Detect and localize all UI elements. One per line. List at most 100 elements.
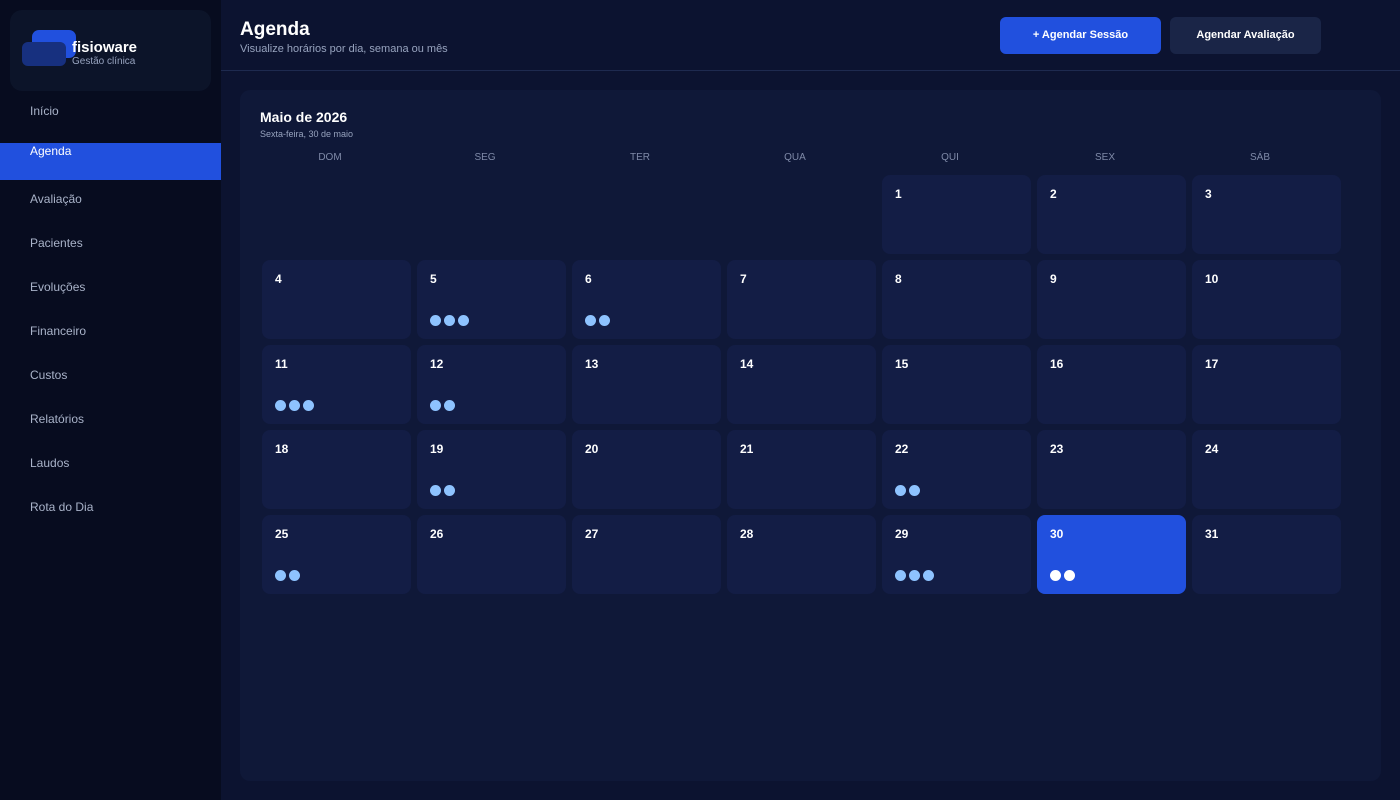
appointment-dot-icon xyxy=(430,400,441,411)
appointment-dot-icon xyxy=(444,400,455,411)
day-number: 17 xyxy=(1205,357,1219,371)
appointment-dot-icon xyxy=(289,400,300,411)
appointment-dot-icon xyxy=(430,315,441,326)
app: fisioware Gestão clínica Início Agenda Ava… xyxy=(0,0,1400,800)
day-number: 23 xyxy=(1050,442,1064,456)
sidebar-item-laudos[interactable]: Laudos xyxy=(0,453,221,489)
appointment-dots xyxy=(275,570,303,582)
day-number: 3 xyxy=(1205,187,1212,201)
weekday-ter: TER xyxy=(630,152,650,163)
calendar-day[interactable]: 11 xyxy=(262,345,411,424)
appointment-dot-icon xyxy=(909,485,920,496)
calendar-day[interactable]: 2 xyxy=(1037,175,1186,254)
appointment-dots xyxy=(430,485,458,497)
calendar-day[interactable]: 26 xyxy=(417,515,566,594)
calendar-day[interactable]: 10 xyxy=(1192,260,1341,339)
appointment-dots xyxy=(275,400,317,412)
appointment-dot-icon xyxy=(909,570,920,581)
day-number: 12 xyxy=(430,357,444,371)
sidebar-item-evolucoes[interactable]: Evoluções xyxy=(0,277,221,313)
day-number: 21 xyxy=(740,442,754,456)
appointment-dot-icon xyxy=(430,485,441,496)
page-subtitle: Visualize horários por dia, semana ou mê… xyxy=(240,43,448,55)
appointment-dot-icon xyxy=(275,570,286,581)
calendar-day[interactable]: 29 xyxy=(882,515,1031,594)
calendar-day[interactable]: 8 xyxy=(882,260,1031,339)
calendar-day[interactable]: 27 xyxy=(572,515,721,594)
sidebar-item-avaliacao[interactable]: Avaliação xyxy=(0,189,221,225)
calendar-day[interactable]: 17 xyxy=(1192,345,1341,424)
calendar-day[interactable]: 21 xyxy=(727,430,876,509)
calendar-day[interactable]: 30 xyxy=(1037,515,1186,594)
day-number: 5 xyxy=(430,272,437,286)
day-number: 29 xyxy=(895,527,909,541)
schedule-session-button[interactable]: + Agendar Sessão xyxy=(1000,17,1161,54)
calendar-day[interactable]: 18 xyxy=(262,430,411,509)
day-number: 24 xyxy=(1205,442,1219,456)
month-title: Maio de 2026 xyxy=(260,109,348,125)
weekday-sáb: SÁB xyxy=(1249,152,1270,163)
appointment-dot-icon xyxy=(895,485,906,496)
day-number: 2 xyxy=(1050,187,1057,201)
day-number: 27 xyxy=(585,527,599,541)
brand-name: fisioware xyxy=(72,39,138,56)
day-number: 8 xyxy=(895,272,902,286)
sidebar-item-pacientes[interactable]: Pacientes xyxy=(0,233,221,269)
calendar-day[interactable]: 22 xyxy=(882,430,1031,509)
appointment-dot-icon xyxy=(444,315,455,326)
day-number: 16 xyxy=(1050,357,1064,371)
calendar-day[interactable]: 4 xyxy=(262,260,411,339)
day-number: 25 xyxy=(275,527,289,541)
day-number: 14 xyxy=(740,357,754,371)
calendar-day[interactable]: 1 xyxy=(882,175,1031,254)
calendar-day[interactable]: 16 xyxy=(1037,345,1186,424)
calendar-day[interactable]: 20 xyxy=(572,430,721,509)
day-number: 20 xyxy=(585,442,599,456)
day-number: 22 xyxy=(895,442,909,456)
calendar-day[interactable]: 28 xyxy=(727,515,876,594)
calendar-day[interactable]: 13 xyxy=(572,345,721,424)
appointment-dots xyxy=(895,485,923,497)
day-number: 26 xyxy=(430,527,444,541)
appointment-dot-icon xyxy=(923,570,934,581)
weekday-sex: SEX xyxy=(1094,152,1115,163)
calendar-day[interactable]: 3 xyxy=(1192,175,1341,254)
appointment-dot-icon xyxy=(289,570,300,581)
day-number: 1 xyxy=(895,187,902,201)
calendar-day[interactable]: 25 xyxy=(262,515,411,594)
calendar-day[interactable]: 7 xyxy=(727,260,876,339)
day-number: 13 xyxy=(585,357,599,371)
appointment-dots xyxy=(430,400,458,412)
calendar-panel: Maio de 2026 Sexta-feira, 30 de maio DOM… xyxy=(240,90,1381,781)
day-number: 9 xyxy=(1050,272,1057,286)
appointment-dots xyxy=(1050,570,1078,582)
sidebar-item-relatorios[interactable]: Relatórios xyxy=(0,409,221,445)
calendar-day[interactable]: 23 xyxy=(1037,430,1186,509)
sidebar-item-rota-do-dia[interactable]: Rota do Dia xyxy=(0,497,221,533)
calendar-day[interactable]: 14 xyxy=(727,345,876,424)
calendar-day[interactable]: 19 xyxy=(417,430,566,509)
brand-card: fisioware Gestão clínica xyxy=(10,10,211,91)
calendar-day[interactable]: 9 xyxy=(1037,260,1186,339)
calendar-day[interactable]: 5 xyxy=(417,260,566,339)
sidebar-item-inicio[interactable]: Início xyxy=(0,101,221,137)
calendar-day[interactable]: 6 xyxy=(572,260,721,339)
weekday-qui: QUI xyxy=(941,152,959,163)
appointment-dot-icon xyxy=(585,315,596,326)
calendar-day[interactable]: 24 xyxy=(1192,430,1341,509)
schedule-evaluation-button[interactable]: Agendar Avaliação xyxy=(1170,17,1321,54)
sidebar-item-agenda[interactable]: Agenda xyxy=(0,143,221,180)
day-number: 7 xyxy=(740,272,747,286)
calendar-day[interactable]: 12 xyxy=(417,345,566,424)
sidebar-item-financeiro[interactable]: Financeiro xyxy=(0,321,221,357)
day-number: 19 xyxy=(430,442,444,456)
weekday-dom: DOM xyxy=(318,152,342,163)
day-number: 18 xyxy=(275,442,289,456)
calendar-day[interactable]: 15 xyxy=(882,345,1031,424)
selected-date-label: Sexta-feira, 30 de maio xyxy=(260,129,354,139)
weekday-seg: SEG xyxy=(474,152,496,163)
day-number: 11 xyxy=(275,357,288,371)
calendar-day[interactable]: 31 xyxy=(1192,515,1341,594)
appointment-dots xyxy=(585,315,613,327)
sidebar-item-custos[interactable]: Custos xyxy=(0,365,221,401)
